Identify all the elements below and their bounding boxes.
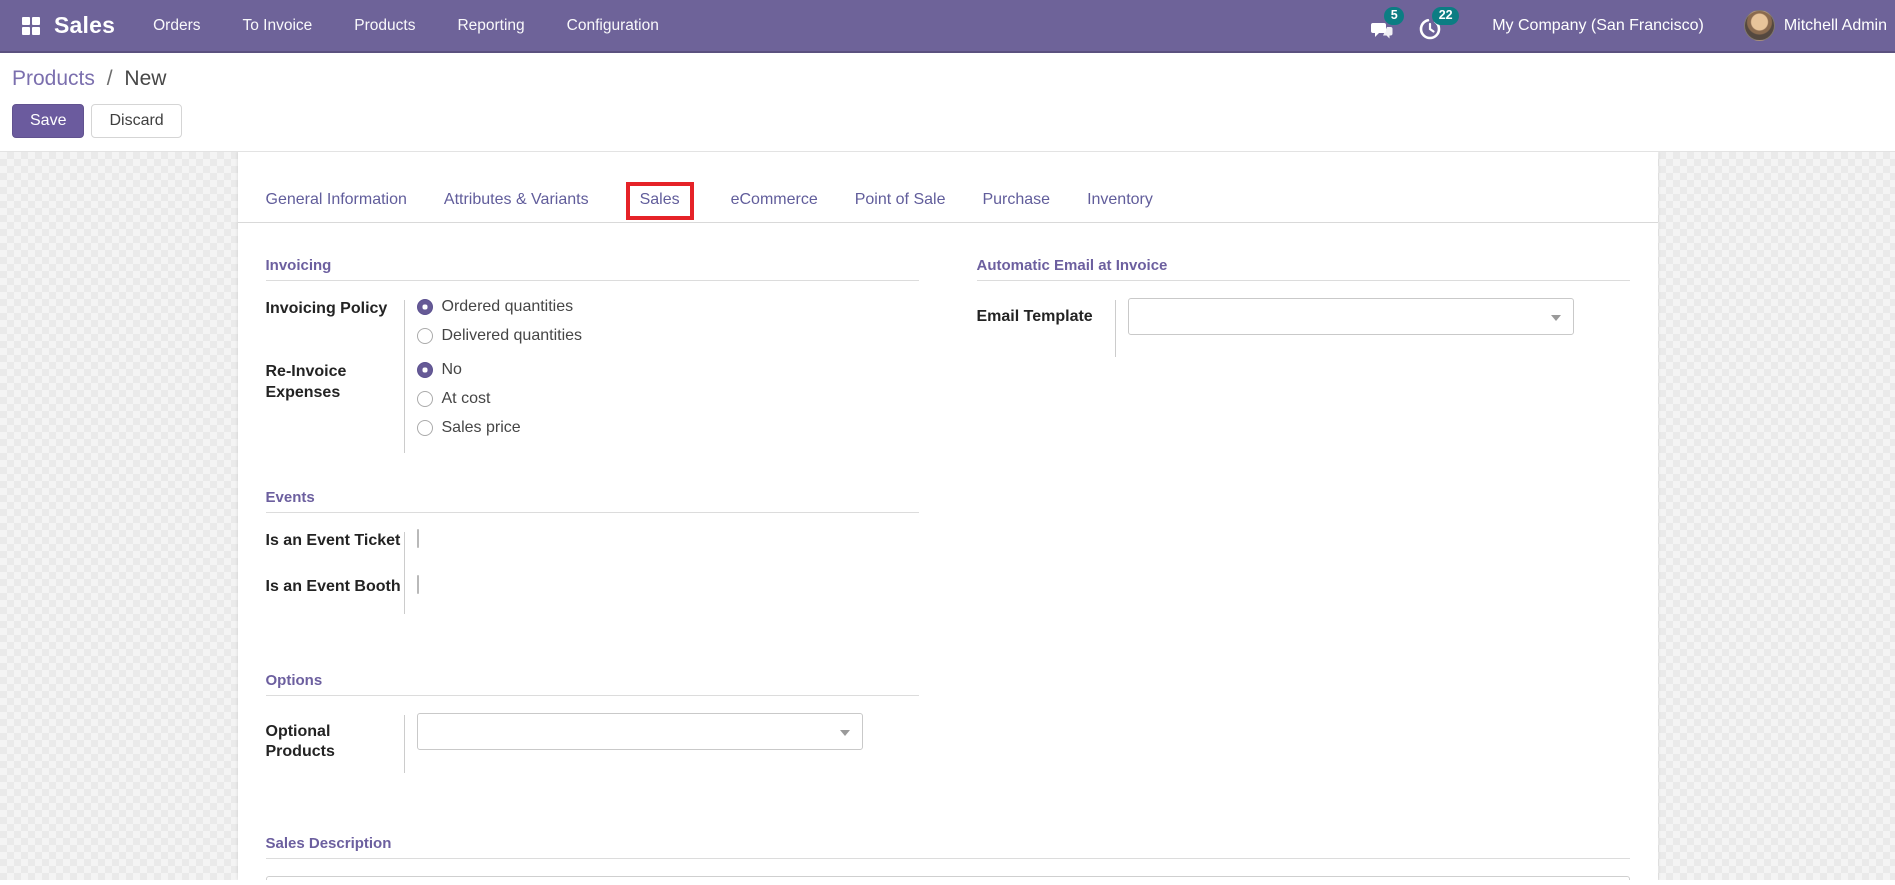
section-options: Options Optional Products xyxy=(265,672,919,774)
tab-attributes-variants[interactable]: Attributes & Variants xyxy=(444,191,589,222)
radio-at-cost[interactable]: At cost xyxy=(416,390,919,408)
nav-item-orders[interactable]: Orders xyxy=(153,17,200,35)
sales-description-textarea[interactable] xyxy=(265,876,1630,880)
messages-button[interactable]: 5 xyxy=(1370,6,1405,41)
nav-item-configuration[interactable]: Configuration xyxy=(567,17,659,35)
is-event-booth-checkbox[interactable] xyxy=(416,574,419,594)
caret-down-icon xyxy=(839,729,850,736)
control-panel: Products / New Save Discard xyxy=(0,53,1895,152)
caret-down-icon xyxy=(1550,315,1561,321)
notebook-tabs: General Information Attributes & Variant… xyxy=(237,152,1658,223)
section-title-events: Events xyxy=(265,489,919,513)
section-sales-description: Sales Description EN xyxy=(238,835,1658,880)
breadcrumb-current: New xyxy=(124,67,167,90)
nav-item-to-invoice[interactable]: To Invoice xyxy=(242,17,312,35)
is-event-ticket-checkbox[interactable] xyxy=(416,529,419,548)
nav-item-reporting[interactable]: Reporting xyxy=(457,17,524,35)
invoicing-policy-label: Invoicing Policy xyxy=(265,300,388,317)
tab-point-of-sale[interactable]: Point of Sale xyxy=(855,191,946,222)
navbar-systray: 5 22 My Company (San Francisco) Mitchell… xyxy=(1370,6,1889,41)
save-button[interactable]: Save xyxy=(12,104,85,138)
radio-icon[interactable] xyxy=(416,420,433,436)
tab-purchase[interactable]: Purchase xyxy=(982,191,1050,222)
tab-ecommerce[interactable]: eCommerce xyxy=(731,191,818,222)
reinvoice-expenses-label: Re-Invoice Expenses xyxy=(265,363,347,401)
messages-badge: 5 xyxy=(1384,6,1405,26)
user-avatar xyxy=(1743,10,1775,41)
nav-item-products[interactable]: Products xyxy=(354,17,415,35)
app-title[interactable]: Sales xyxy=(54,12,115,39)
section-events: Events Is an Event Ticket Is an Event Bo… xyxy=(265,489,919,614)
company-switcher[interactable]: My Company (San Francisco) xyxy=(1492,17,1704,35)
radio-no[interactable]: No xyxy=(416,361,919,379)
email-template-combobox[interactable] xyxy=(1127,298,1574,335)
tab-inventory[interactable]: Inventory xyxy=(1087,191,1153,222)
nav-menu: Orders To Invoice Products Reporting Con… xyxy=(153,17,659,35)
optional-products-input[interactable] xyxy=(417,713,862,749)
content-background: General Information Attributes & Variant… xyxy=(0,152,1895,880)
tab-sales[interactable]: Sales xyxy=(625,182,694,220)
section-title-sales-description: Sales Description xyxy=(265,835,1630,860)
radio-icon[interactable] xyxy=(416,299,433,315)
email-template-input[interactable] xyxy=(1128,299,1573,334)
activities-button[interactable]: 22 xyxy=(1418,6,1460,41)
breadcrumb-separator: / xyxy=(106,67,113,90)
reinvoice-expenses-radio-group: No At cost Sales price xyxy=(416,361,919,437)
breadcrumb: Products / New xyxy=(12,67,1883,91)
activities-badge: 22 xyxy=(1432,6,1460,26)
tab-general-information[interactable]: General Information xyxy=(266,191,407,222)
optional-products-combobox[interactable] xyxy=(416,712,863,750)
section-invoicing: Invoicing Invoicing Policy Ordered quant… xyxy=(265,257,919,453)
radio-sales-price[interactable]: Sales price xyxy=(416,419,919,437)
is-event-ticket-label: Is an Event Ticket xyxy=(265,532,401,549)
email-template-label: Email Template xyxy=(976,308,1093,325)
top-navbar: Sales Orders To Invoice Products Reporti… xyxy=(0,0,1895,53)
radio-icon[interactable] xyxy=(416,328,433,344)
form-right-column: Automatic Email at Invoice Email Templat… xyxy=(976,257,1630,809)
translation-language-badge[interactable]: EN xyxy=(1593,879,1620,880)
radio-icon[interactable] xyxy=(416,391,433,407)
invoicing-policy-radio-group: Ordered quantities Delivered quantities xyxy=(416,298,919,345)
user-name: Mitchell Admin xyxy=(1783,16,1887,34)
form-left-column: Invoicing Invoicing Policy Ordered quant… xyxy=(265,257,919,809)
apps-grid-icon[interactable] xyxy=(22,16,40,35)
discard-button[interactable]: Discard xyxy=(91,104,182,138)
breadcrumb-products-link[interactable]: Products xyxy=(12,67,95,90)
is-event-booth-label: Is an Event Booth xyxy=(265,577,401,595)
section-automatic-email: Automatic Email at Invoice Email Templat… xyxy=(976,257,1630,357)
product-form-sheet: General Information Attributes & Variant… xyxy=(237,152,1658,880)
section-title-invoicing: Invoicing xyxy=(265,257,919,281)
optional-products-label: Optional Products xyxy=(265,722,335,761)
section-title-options: Options xyxy=(265,672,919,696)
radio-icon[interactable] xyxy=(416,362,433,378)
user-menu[interactable]: Mitchell Admin xyxy=(1743,10,1887,41)
section-title-automatic-email: Automatic Email at Invoice xyxy=(976,257,1630,281)
radio-ordered-quantities[interactable]: Ordered quantities xyxy=(416,298,919,316)
radio-delivered-quantities[interactable]: Delivered quantities xyxy=(416,327,919,345)
